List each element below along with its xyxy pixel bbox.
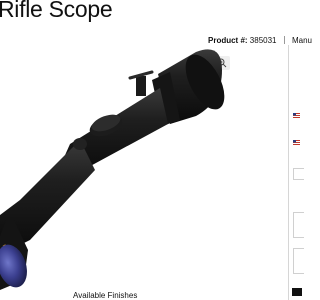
side-knob (73, 138, 87, 150)
flag-icon (293, 113, 300, 118)
side-input[interactable] (293, 212, 304, 238)
available-finishes-label: Available Finishes (73, 291, 138, 300)
side-input[interactable] (293, 248, 304, 274)
product-image (0, 49, 225, 290)
side-input[interactable] (293, 168, 304, 180)
elevation-turret (128, 70, 154, 96)
manual-link[interactable]: Manu (292, 36, 312, 45)
add-to-cart-button[interactable] (292, 288, 302, 296)
page-title: Rifle Scope (0, 0, 113, 22)
flag-icon (293, 140, 300, 145)
scope-tube (0, 88, 168, 255)
